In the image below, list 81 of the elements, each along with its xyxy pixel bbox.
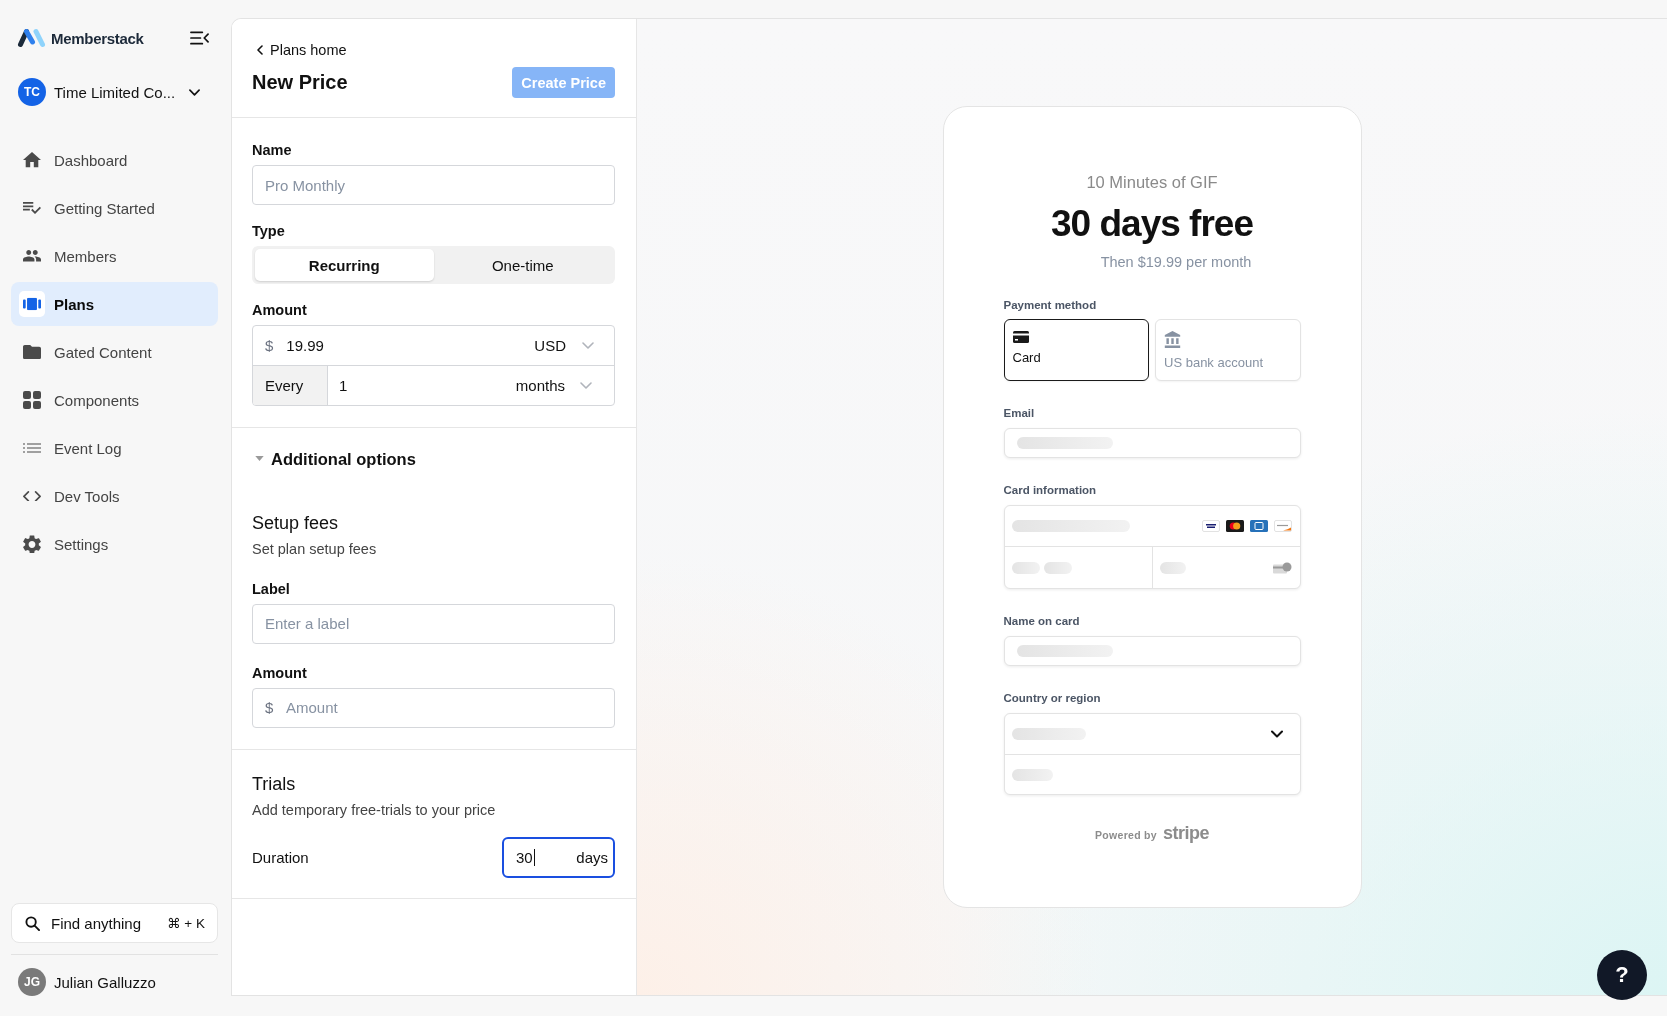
- bank-icon: [1164, 331, 1181, 348]
- nav-item[interactable]: Event Log: [11, 426, 218, 470]
- search-icon: [25, 915, 40, 931]
- currency-select[interactable]: USD: [522, 326, 614, 365]
- list-icon: [23, 443, 41, 453]
- nav-item[interactable]: Settings: [11, 522, 218, 566]
- chevron-down-icon: [580, 382, 592, 389]
- nav-item[interactable]: Gated Content: [11, 330, 218, 374]
- interval-count-input[interactable]: 1: [328, 366, 504, 405]
- price-subline: Then $19.99 per month: [1100, 253, 1252, 272]
- skeleton-bar: [1011, 768, 1053, 781]
- card-cvc-icon: [1272, 561, 1292, 574]
- nav-item[interactable]: Getting Started: [11, 186, 218, 230]
- chevron-down-icon: [189, 88, 200, 96]
- workspace-avatar: TC: [18, 78, 46, 106]
- skeleton-bar: [1011, 561, 1040, 574]
- powered-by-label: Powered by: [1095, 829, 1157, 841]
- name-input[interactable]: Pro Monthly: [252, 165, 615, 205]
- people-icon: [23, 250, 41, 262]
- field-label: Name on card: [1003, 614, 1080, 628]
- search-button[interactable]: Find anything ⌘ + K: [11, 903, 218, 943]
- interval-label: Every: [253, 366, 328, 405]
- field-label: Duration: [252, 848, 309, 866]
- field-label: Label: [252, 579, 290, 599]
- nav-item[interactable]: Dev Tools: [11, 474, 218, 518]
- field-label: Amount: [252, 663, 307, 683]
- card-brand-icon: [1225, 520, 1244, 532]
- brand-wordmark: stripe: [1162, 823, 1209, 844]
- field-label: Card information: [1003, 483, 1097, 497]
- additional-options-toggle[interactable]: Additional options: [252, 448, 416, 469]
- nav-item[interactable]: Dashboard: [11, 138, 218, 182]
- user-name[interactable]: Julian Galluzzo: [54, 973, 156, 991]
- home-icon: [23, 152, 41, 168]
- page-title: New Price: [252, 71, 348, 94]
- skeleton-bar: [1159, 561, 1186, 574]
- nav-item[interactable]: Components: [11, 378, 218, 422]
- currency-symbol: $: [265, 698, 274, 717]
- trial-headline: 30 days free: [1051, 202, 1253, 246]
- user-avatar: JG: [18, 968, 46, 996]
- label-input[interactable]: Enter a label: [252, 603, 615, 644]
- nav-item[interactable]: Plans: [11, 282, 218, 326]
- field-label: Name: [252, 141, 292, 160]
- credit-card-icon: [1012, 331, 1029, 343]
- field-label: Email: [1003, 406, 1035, 420]
- settings-icon: [23, 534, 41, 554]
- card-brand-icon: [1273, 520, 1292, 532]
- payment-method-option[interactable]: Card: [1003, 319, 1149, 381]
- grid-icon: [23, 391, 41, 409]
- segment-tab[interactable]: One-time: [433, 249, 612, 281]
- section-subtitle: Set plan setup fees: [252, 539, 377, 559]
- text-input[interactable]: [1003, 636, 1301, 666]
- field-label: Country or region: [1003, 691, 1101, 705]
- code-icon: [23, 490, 41, 502]
- text-input[interactable]: [1003, 428, 1301, 458]
- checklist-icon: [23, 202, 41, 214]
- product-name: 10 Minutes of GIF: [1086, 172, 1218, 193]
- card-brand-icon: [1201, 520, 1220, 532]
- section-title: Trials: [252, 772, 296, 796]
- card-brand-icon: [1249, 520, 1268, 532]
- brand-name: Memberstack: [51, 29, 144, 47]
- chevron-down-icon: [1270, 730, 1283, 738]
- section-subtitle: Add temporary free-trials to your price: [252, 800, 496, 820]
- chevron-left-icon: [257, 45, 263, 55]
- chevron-down-icon: [582, 342, 594, 349]
- segment-tab[interactable]: Recurring: [255, 249, 434, 281]
- field-label: Payment method: [1003, 298, 1097, 312]
- field-label: Amount: [252, 301, 307, 320]
- interval-unit-select[interactable]: months: [503, 366, 614, 405]
- duration-input[interactable]: 30 days: [502, 836, 615, 878]
- caret-down-icon: [255, 456, 264, 461]
- nav-item[interactable]: Members: [11, 234, 218, 278]
- field-label: Type: [252, 222, 285, 241]
- price-input[interactable]: $ 19.99: [253, 326, 523, 365]
- section-title: Setup fees: [252, 511, 339, 535]
- menu-collapse-icon[interactable]: [190, 31, 209, 45]
- skeleton-bar: [1043, 561, 1072, 574]
- back-link[interactable]: Plans home: [257, 40, 347, 60]
- folder-icon: [23, 344, 41, 360]
- workspace-name[interactable]: Time Limited Co...: [54, 83, 176, 101]
- carousel-icon: [19, 291, 45, 317]
- logo-icon: [17, 28, 46, 48]
